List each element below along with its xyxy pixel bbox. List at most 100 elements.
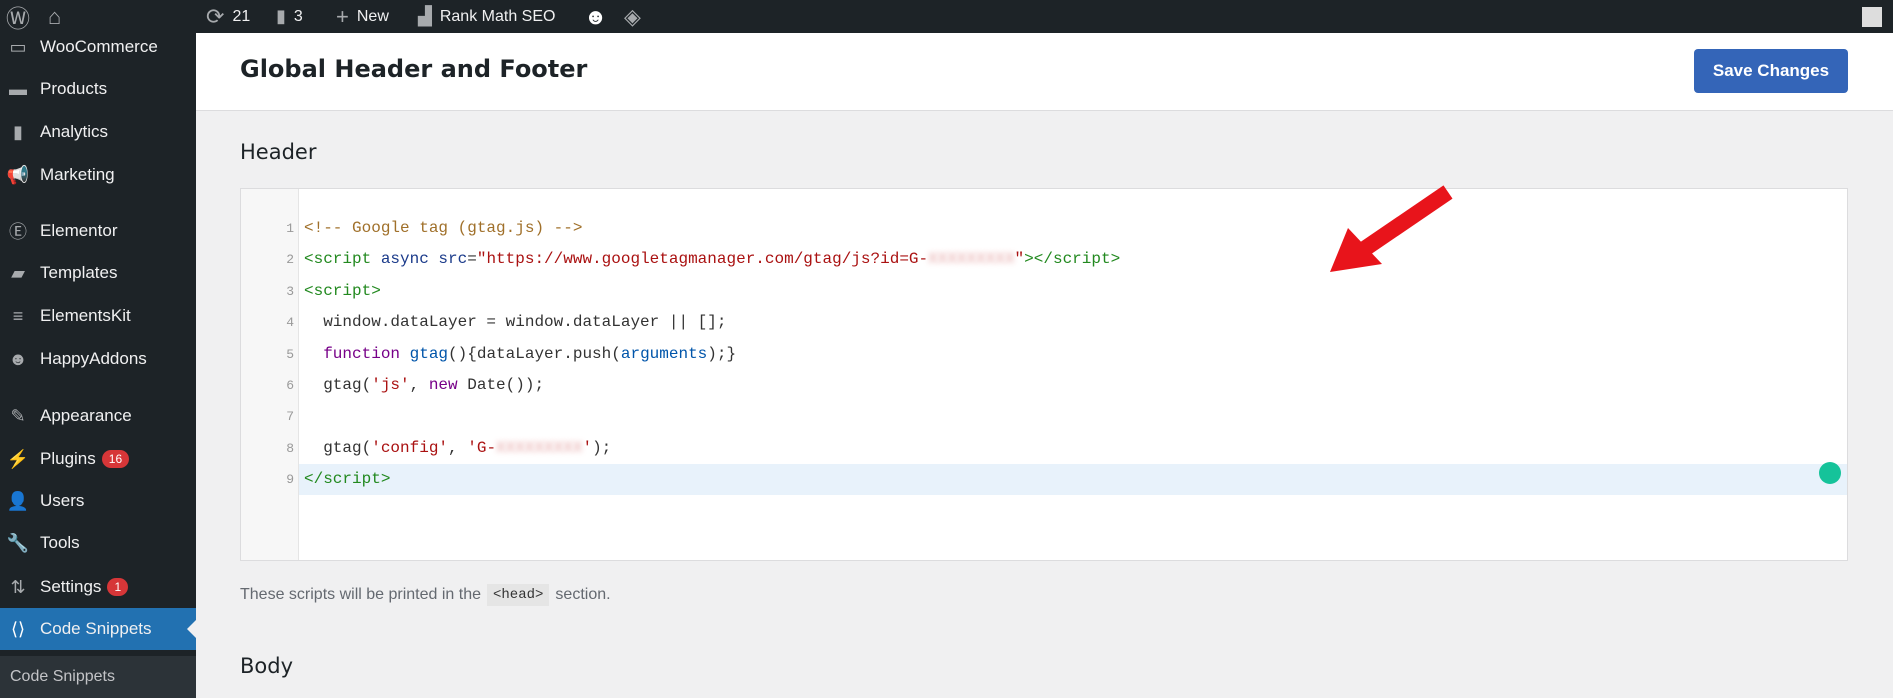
code-text: <script> xyxy=(304,276,381,307)
new-link[interactable]: + New xyxy=(336,0,389,33)
bar-chart-icon: ▮ xyxy=(13,121,23,142)
happy-addons-icon[interactable]: ☻ xyxy=(584,0,607,33)
comment-icon: ▮ xyxy=(276,6,286,26)
sidebar-item-elementskit[interactable]: ≡ ElementsKit xyxy=(0,295,196,337)
line-number: 5 xyxy=(286,346,294,362)
code-token: 'config' xyxy=(371,438,449,457)
user-icon: 👤 xyxy=(6,490,30,511)
code-text: <!-- Google tag (gtag.js) --> xyxy=(304,213,582,244)
archive-icon: ▬ xyxy=(9,78,27,99)
sidebar-item-label: HappyAddons xyxy=(40,349,147,368)
rank-math-icon: ▟ xyxy=(418,6,432,26)
code-token: , xyxy=(448,438,468,457)
elementskit-icon: ≡ xyxy=(12,305,24,326)
code-token: gtag( xyxy=(304,376,372,394)
code-token: new xyxy=(428,376,468,394)
comments-link[interactable]: ▮ 3 xyxy=(276,0,303,33)
code-token: <!-- Google tag (gtag.js) --> xyxy=(304,219,583,237)
sidebar-item-templates[interactable]: ▰ Templates xyxy=(0,252,196,294)
code-token: 'G- xyxy=(467,438,497,457)
sidebar-item-label: Code Snippets xyxy=(40,619,152,638)
updates-link[interactable]: ⟳ 21 xyxy=(206,0,250,33)
line-number: 9 xyxy=(286,472,294,488)
code-line[interactable]: 6 gtag('js', new Date()); xyxy=(241,370,1847,401)
folder-icon: ▰ xyxy=(11,262,25,283)
update-count-badge: 1 xyxy=(107,578,129,596)
code-icon: ⟨⟩ xyxy=(10,618,26,639)
sidebar-item-label: Products xyxy=(40,79,108,98)
page-header: Global Header and Footer Save Changes xyxy=(196,33,1893,111)
header-code-editor[interactable]: 1 <!-- Google tag (gtag.js) --> 2 <script a… xyxy=(240,188,1848,561)
sidebar-item-elementor[interactable]: Ⓔ Elementor xyxy=(0,210,196,252)
code-line[interactable]: 9 </script> xyxy=(241,464,1847,496)
megaphone-icon: 📢 xyxy=(6,164,30,185)
code-token: ></script> xyxy=(1024,250,1121,269)
sidebar-item-marketing[interactable]: 📢 Marketing xyxy=(0,154,196,196)
woo-icon: ▭ xyxy=(9,36,27,57)
wrench-icon: 🔧 xyxy=(6,532,30,553)
sidebar-item-appearance[interactable]: ✎ Appearance xyxy=(0,395,196,437)
code-token: = xyxy=(467,250,477,269)
code-token: ' xyxy=(582,438,593,457)
sidebar-item-plugins[interactable]: ⚡ Plugins 16 xyxy=(0,438,196,480)
head-tag-code: <head> xyxy=(487,584,550,606)
header-help-text: These scripts will be printed in the <he… xyxy=(240,584,611,606)
sidebar-item-woocommerce[interactable]: ▭ WooCommerce xyxy=(0,26,196,68)
code-token: async src xyxy=(380,250,468,269)
code-text: window.dataLayer = window.dataLayer || [… xyxy=(304,307,726,338)
sidebar-item-label: Elementor xyxy=(40,221,118,240)
code-line[interactable]: 5 function gtag(){dataLayer.push(argumen… xyxy=(241,339,1847,370)
code-line[interactable]: 2 <script async src="https://www.googleta… xyxy=(241,244,1847,275)
sidebar-item-analytics[interactable]: ▮ Analytics xyxy=(0,111,196,153)
update-count-badge: 16 xyxy=(101,450,130,468)
code-token: </script> xyxy=(304,470,391,489)
sidebar-item-code-snippets[interactable]: ⟨⟩ Code Snippets xyxy=(0,608,196,650)
line-number: 1 xyxy=(286,221,294,236)
sidebar-item-label: Users xyxy=(40,491,85,510)
code-text: <script async src="https://www.googletag… xyxy=(304,244,1120,275)
updates-count: 21 xyxy=(232,7,251,25)
new-label: New xyxy=(356,7,389,25)
code-token: gtag( xyxy=(304,438,372,457)
sidebar-item-label: WooCommerce xyxy=(40,37,158,56)
code-token: , xyxy=(409,376,429,394)
code-token: XXXXXXXXX xyxy=(928,250,1015,269)
save-changes-button[interactable]: Save Changes xyxy=(1694,49,1848,93)
sidebar-item-products[interactable]: ▬ Products xyxy=(0,68,196,110)
code-token: 'js' xyxy=(371,376,410,394)
code-token: (){dataLayer.push( xyxy=(448,344,621,363)
avatar[interactable] xyxy=(1862,0,1882,33)
sidebar-item-happyaddons[interactable]: ☻ HappyAddons xyxy=(0,338,196,380)
code-token: Date()); xyxy=(467,376,545,394)
code-line[interactable]: 7 xyxy=(241,401,1847,432)
sidebar-item-tools[interactable]: 🔧 Tools xyxy=(0,522,196,564)
code-line[interactable]: 3 <script> xyxy=(241,276,1847,307)
submenu-code-snippets[interactable]: Code Snippets xyxy=(0,656,196,698)
sidebar-item-label: Templates xyxy=(40,263,118,282)
code-line[interactable]: 1 <!-- Google tag (gtag.js) --> xyxy=(241,213,1847,244)
sidebar-item-settings[interactable]: ⇅ Settings 1 xyxy=(0,566,196,608)
code-line[interactable]: 8 gtag('config', 'G-XXXXXXXXX'); xyxy=(241,433,1847,464)
red-arrow-annotation xyxy=(1330,185,1453,272)
sidebar-item-label: Analytics xyxy=(40,122,109,141)
rank-math-link[interactable]: ▟ Rank Math SEO xyxy=(418,0,555,33)
help-text-end: section. xyxy=(555,586,611,603)
elementor-icon: Ⓔ xyxy=(9,222,27,242)
code-token: function xyxy=(304,344,410,363)
code-line[interactable]: 4 window.dataLayer = window.dataLayer ||… xyxy=(241,307,1847,338)
code-token: <script> xyxy=(304,281,381,300)
sidebar-item-label: Tools xyxy=(40,533,80,552)
sidebar-item-label: Plugins xyxy=(40,449,96,468)
code-text: gtag('config', 'G-XXXXXXXXX'); xyxy=(304,433,611,464)
sidebar-item-users[interactable]: 👤 Users xyxy=(0,480,196,522)
diamond-icon[interactable]: ◈ xyxy=(624,0,641,33)
code-text: gtag('js', new Date()); xyxy=(304,370,544,401)
code-token: window.dataLayer = window.dataLayer || [… xyxy=(304,313,727,332)
code-token: );} xyxy=(707,344,737,363)
plug-icon: ⚡ xyxy=(6,448,30,469)
code-token: ); xyxy=(592,438,612,457)
page-title: Global Header and Footer xyxy=(240,55,588,83)
grammar-check-icon[interactable] xyxy=(1819,462,1841,484)
code-token: <script xyxy=(304,250,381,269)
sidebar-item-label: Settings xyxy=(40,577,102,596)
